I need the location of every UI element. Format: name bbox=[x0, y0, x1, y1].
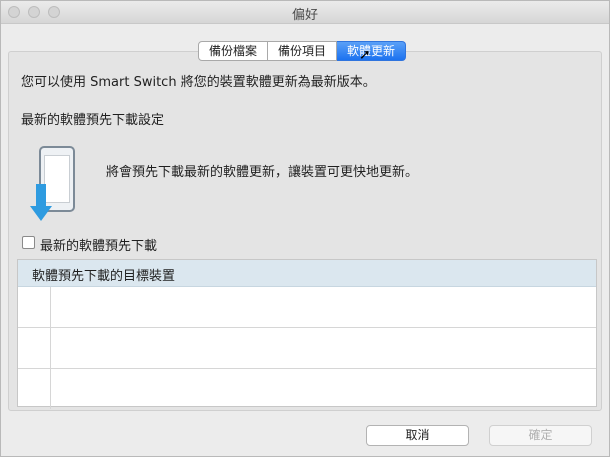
intro-text: 您可以使用 Smart Switch 將您的裝置軟體更新為最新版本。 bbox=[21, 75, 376, 90]
tab-bar: 備份檔案 備份項目 軟體更新 bbox=[198, 41, 407, 61]
pre-download-checkbox-label[interactable]: 最新的軟體預先下載 bbox=[40, 235, 157, 254]
download-arrow-head bbox=[30, 206, 52, 221]
phone-screen bbox=[44, 155, 70, 203]
table-cell-select[interactable] bbox=[18, 287, 51, 327]
section-title: 最新的軟體預先下載設定 bbox=[21, 113, 165, 128]
window-title: 偏好 bbox=[291, 8, 318, 23]
preferences-window: 偏好 備份檔案 備份項目 軟體更新 ➚ 您可以使用 Smart Switch 將… bbox=[0, 0, 610, 457]
target-device-table: 軟體預先下載的目標裝置 bbox=[17, 259, 597, 409]
pre-download-checkbox[interactable] bbox=[22, 236, 35, 249]
table-header: 軟體預先下載的目標裝置 bbox=[18, 260, 596, 287]
mouse-pointer-icon: ➚ bbox=[359, 47, 371, 63]
table-row[interactable] bbox=[18, 369, 596, 409]
table-cell-select[interactable] bbox=[18, 369, 51, 409]
table-cell-select[interactable] bbox=[18, 328, 51, 368]
title-bar: 偏好 bbox=[1, 1, 609, 24]
download-arrow-icon bbox=[36, 184, 46, 206]
table-row[interactable] bbox=[18, 328, 596, 369]
table-header-label: 軟體預先下載的目標裝置 bbox=[32, 269, 176, 284]
confirm-button[interactable]: 確定 bbox=[489, 425, 592, 446]
description-text: 將會預先下載最新的軟體更新，讓裝置可更快地更新。 bbox=[106, 165, 419, 180]
table-row[interactable] bbox=[18, 287, 596, 328]
tab-backup-items[interactable]: 備份項目 bbox=[268, 41, 338, 61]
tab-backup-files[interactable]: 備份檔案 bbox=[198, 41, 269, 61]
cancel-button[interactable]: 取消 bbox=[366, 425, 469, 446]
tab-software-update[interactable]: 軟體更新 bbox=[337, 41, 407, 61]
